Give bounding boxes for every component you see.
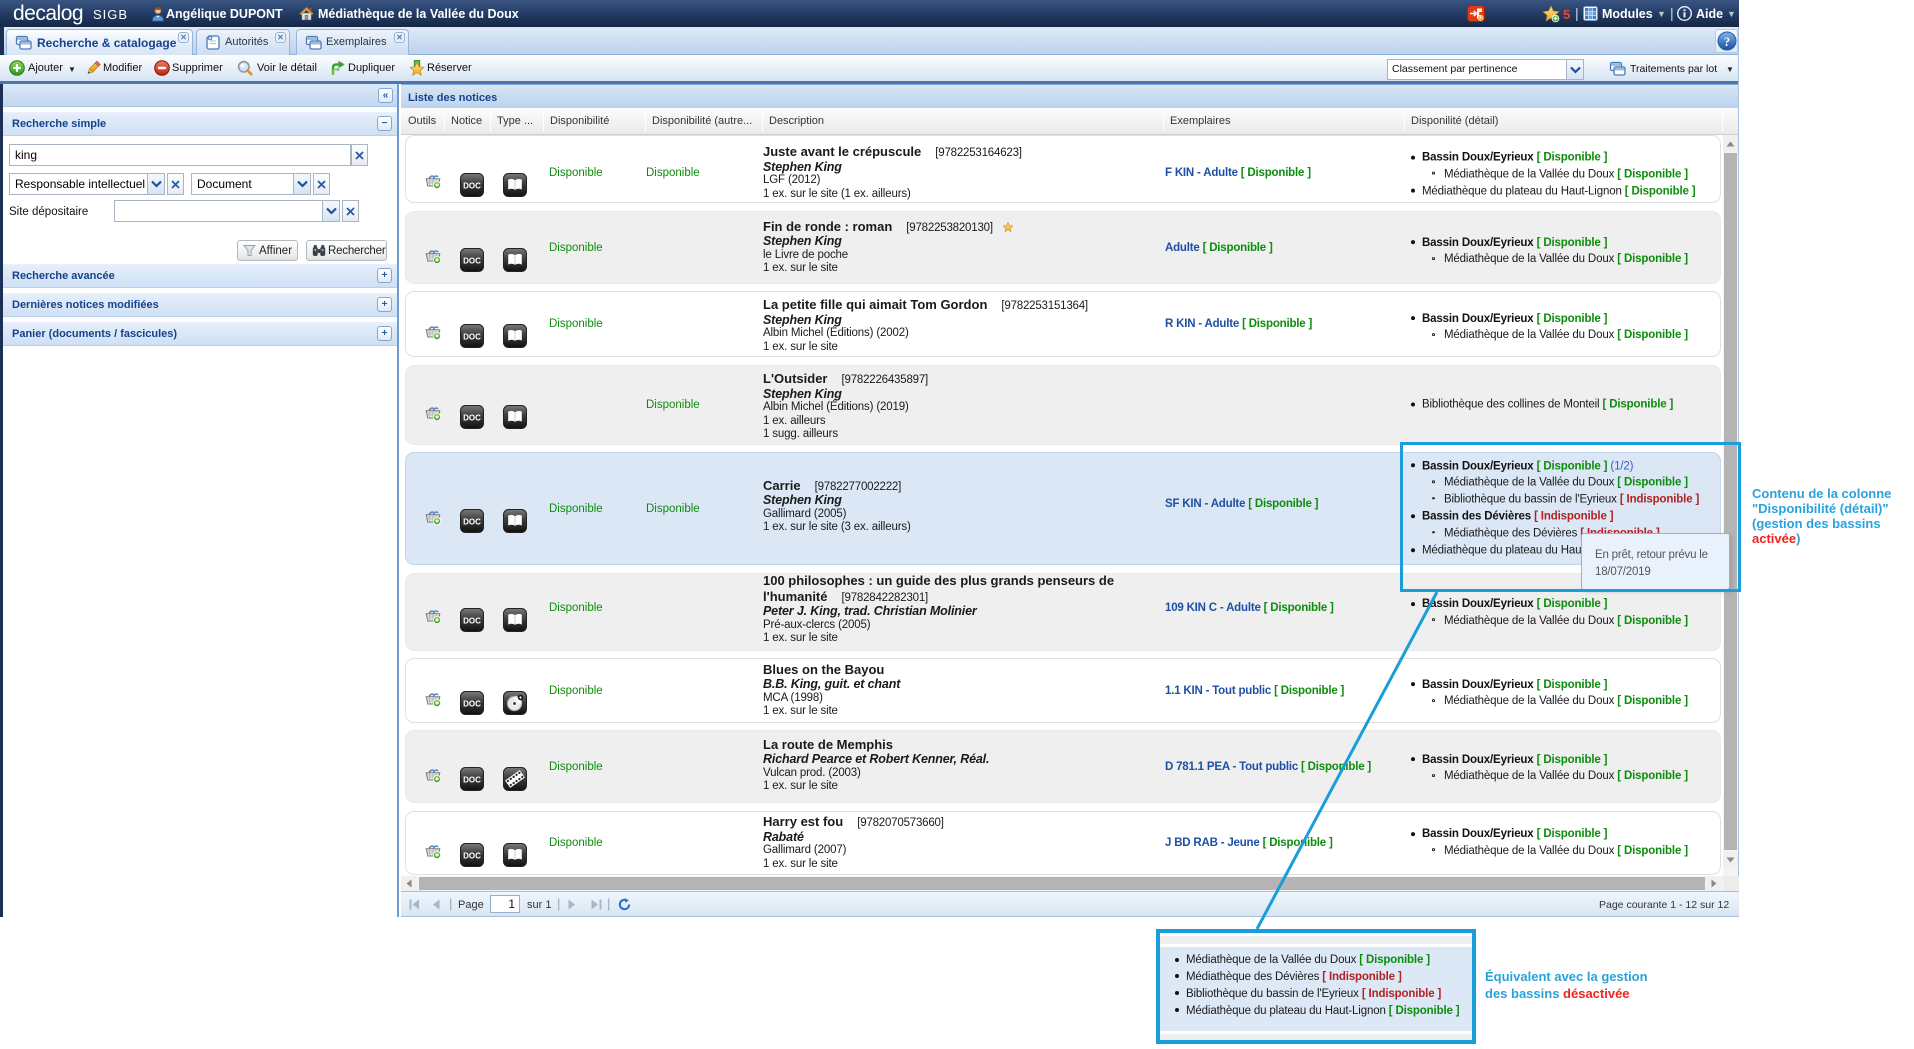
svg-text:DOC: DOC <box>463 617 481 626</box>
svg-text:DOC: DOC <box>463 699 481 708</box>
svg-text:DOC: DOC <box>463 333 481 342</box>
svg-text:DOC: DOC <box>463 182 481 191</box>
svg-text:?: ? <box>1724 34 1731 49</box>
svg-text:DOC: DOC <box>463 256 481 265</box>
svg-text:DOC: DOC <box>463 852 481 861</box>
svg-text:DOC: DOC <box>463 775 481 784</box>
svg-text:DOC: DOC <box>463 414 481 423</box>
svg-text:DOC: DOC <box>463 517 481 526</box>
